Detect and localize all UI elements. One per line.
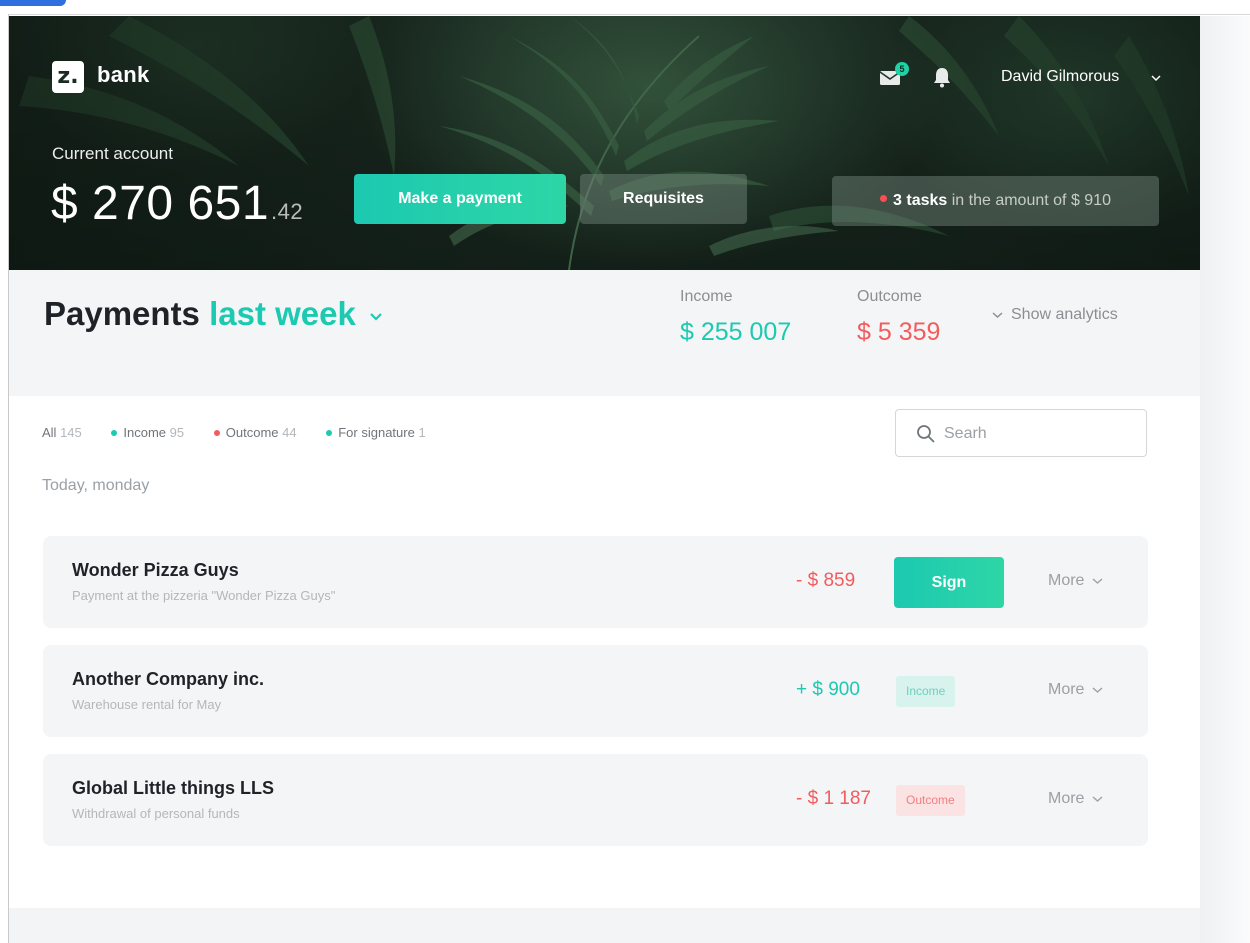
more-label: More	[1048, 572, 1085, 589]
outcome-value: $ 5 359	[857, 318, 941, 346]
tasks-middle-text: in the amount of	[951, 192, 1067, 209]
tasks-alert-dot	[880, 195, 888, 203]
chevron-down-icon	[1092, 796, 1103, 802]
filter-count: 44	[282, 425, 297, 440]
payment-row[interactable]: Wonder Pizza Guys Payment at the pizzeri…	[43, 536, 1148, 628]
filter-label: All	[42, 425, 57, 440]
filter-label: Outcome	[225, 425, 279, 440]
filter-dot	[111, 429, 118, 436]
make-payment-button[interactable]: Make a payment	[354, 174, 566, 224]
filter-income[interactable]: Income 95	[111, 425, 184, 440]
more-dropdown[interactable]: More	[1048, 681, 1103, 699]
status-badge: Income	[896, 676, 956, 707]
filter-count: 145	[60, 425, 82, 440]
page-shadow	[1200, 16, 1250, 943]
outcome-label: Outcome	[857, 288, 922, 305]
balance-cents: .42	[271, 199, 304, 224]
payment-name: Global Little things LLS	[72, 778, 274, 798]
filter-all[interactable]: All 145	[42, 425, 82, 440]
payment-name: Wonder Pizza Guys	[72, 560, 239, 580]
filter-label: For signature	[338, 425, 415, 440]
income-value: $ 255 007	[680, 318, 792, 346]
chevron-down-icon	[992, 312, 1003, 318]
filter-dot	[326, 429, 333, 436]
status-badge: Outcome	[896, 785, 965, 816]
requisites-button[interactable]: Requisites	[580, 174, 747, 224]
bank-logo-mark[interactable]: z.	[52, 61, 84, 93]
chevron-down-icon[interactable]	[1151, 74, 1161, 82]
mail-badge: 5	[895, 62, 909, 76]
search-input[interactable]	[942, 422, 1136, 446]
filter-count: 1	[418, 425, 426, 440]
filter-outcome[interactable]: Outcome 44	[213, 425, 297, 440]
tasks-banner[interactable]: 3 tasks in the amount of $ 910	[832, 176, 1159, 226]
more-dropdown[interactable]: More	[1048, 790, 1103, 808]
payment-amount: + $ 900	[796, 679, 860, 700]
more-dropdown[interactable]: More	[1048, 572, 1103, 590]
payments-summary-bar	[9, 270, 1200, 396]
payment-amount: - $ 1 187	[796, 788, 871, 809]
frame-border-top	[8, 14, 1250, 15]
account-header: z. bank 5 David Gilmorous Current accoun…	[9, 16, 1200, 270]
frame-accent	[0, 0, 66, 6]
day-group-label: Today, monday	[42, 477, 150, 494]
payment-description: Payment at the pizzeria "Wonder Pizza Gu…	[72, 588, 336, 603]
page-title: Payments last week	[44, 295, 383, 333]
filter-for-signature[interactable]: For signature 1	[326, 425, 426, 440]
payment-filters: All 145 Income 95 Outcome 44 For signatu…	[42, 425, 452, 440]
filter-label: Income	[123, 425, 167, 440]
income-label: Income	[680, 288, 733, 305]
sign-button[interactable]: Sign	[894, 557, 1004, 608]
payment-name: Another Company inc.	[72, 669, 265, 689]
search-icon	[917, 425, 935, 443]
user-menu-name[interactable]: David Gilmorous	[1001, 68, 1119, 86]
title-prefix: Payments	[44, 295, 200, 332]
bell-icon[interactable]	[932, 66, 952, 88]
payment-amount: - $ 859	[796, 570, 856, 591]
header-shade	[9, 16, 1200, 270]
filter-dot	[213, 429, 220, 436]
search-box[interactable]	[895, 409, 1147, 457]
chevron-down-icon	[1092, 687, 1103, 693]
payment-description: Withdrawal of personal funds	[72, 806, 240, 821]
payment-description: Warehouse rental for May	[72, 697, 222, 712]
chevron-down-icon	[1092, 578, 1103, 584]
chevron-down-icon[interactable]	[369, 311, 383, 321]
payment-row[interactable]: Global Little things LLS Withdrawal of p…	[43, 754, 1148, 846]
tasks-amount: $ 910	[1070, 192, 1111, 209]
bottom-strip	[9, 908, 1200, 943]
account-label: Current account	[52, 144, 173, 163]
payment-row[interactable]: Another Company inc. Warehouse rental fo…	[43, 645, 1148, 737]
show-analytics-toggle[interactable]: Show analytics	[992, 306, 1118, 324]
filter-count: 95	[169, 425, 185, 440]
bank-logo-text[interactable]: bank	[97, 62, 150, 88]
period-selector[interactable]: last week	[209, 295, 356, 332]
balance-main: $ 270 651	[51, 177, 270, 230]
show-analytics-label: Show analytics	[1011, 306, 1118, 323]
account-balance: $ 270 651.42	[51, 176, 303, 231]
tasks-count: 3 tasks	[893, 192, 948, 209]
more-label: More	[1048, 681, 1085, 698]
more-label: More	[1048, 790, 1085, 807]
